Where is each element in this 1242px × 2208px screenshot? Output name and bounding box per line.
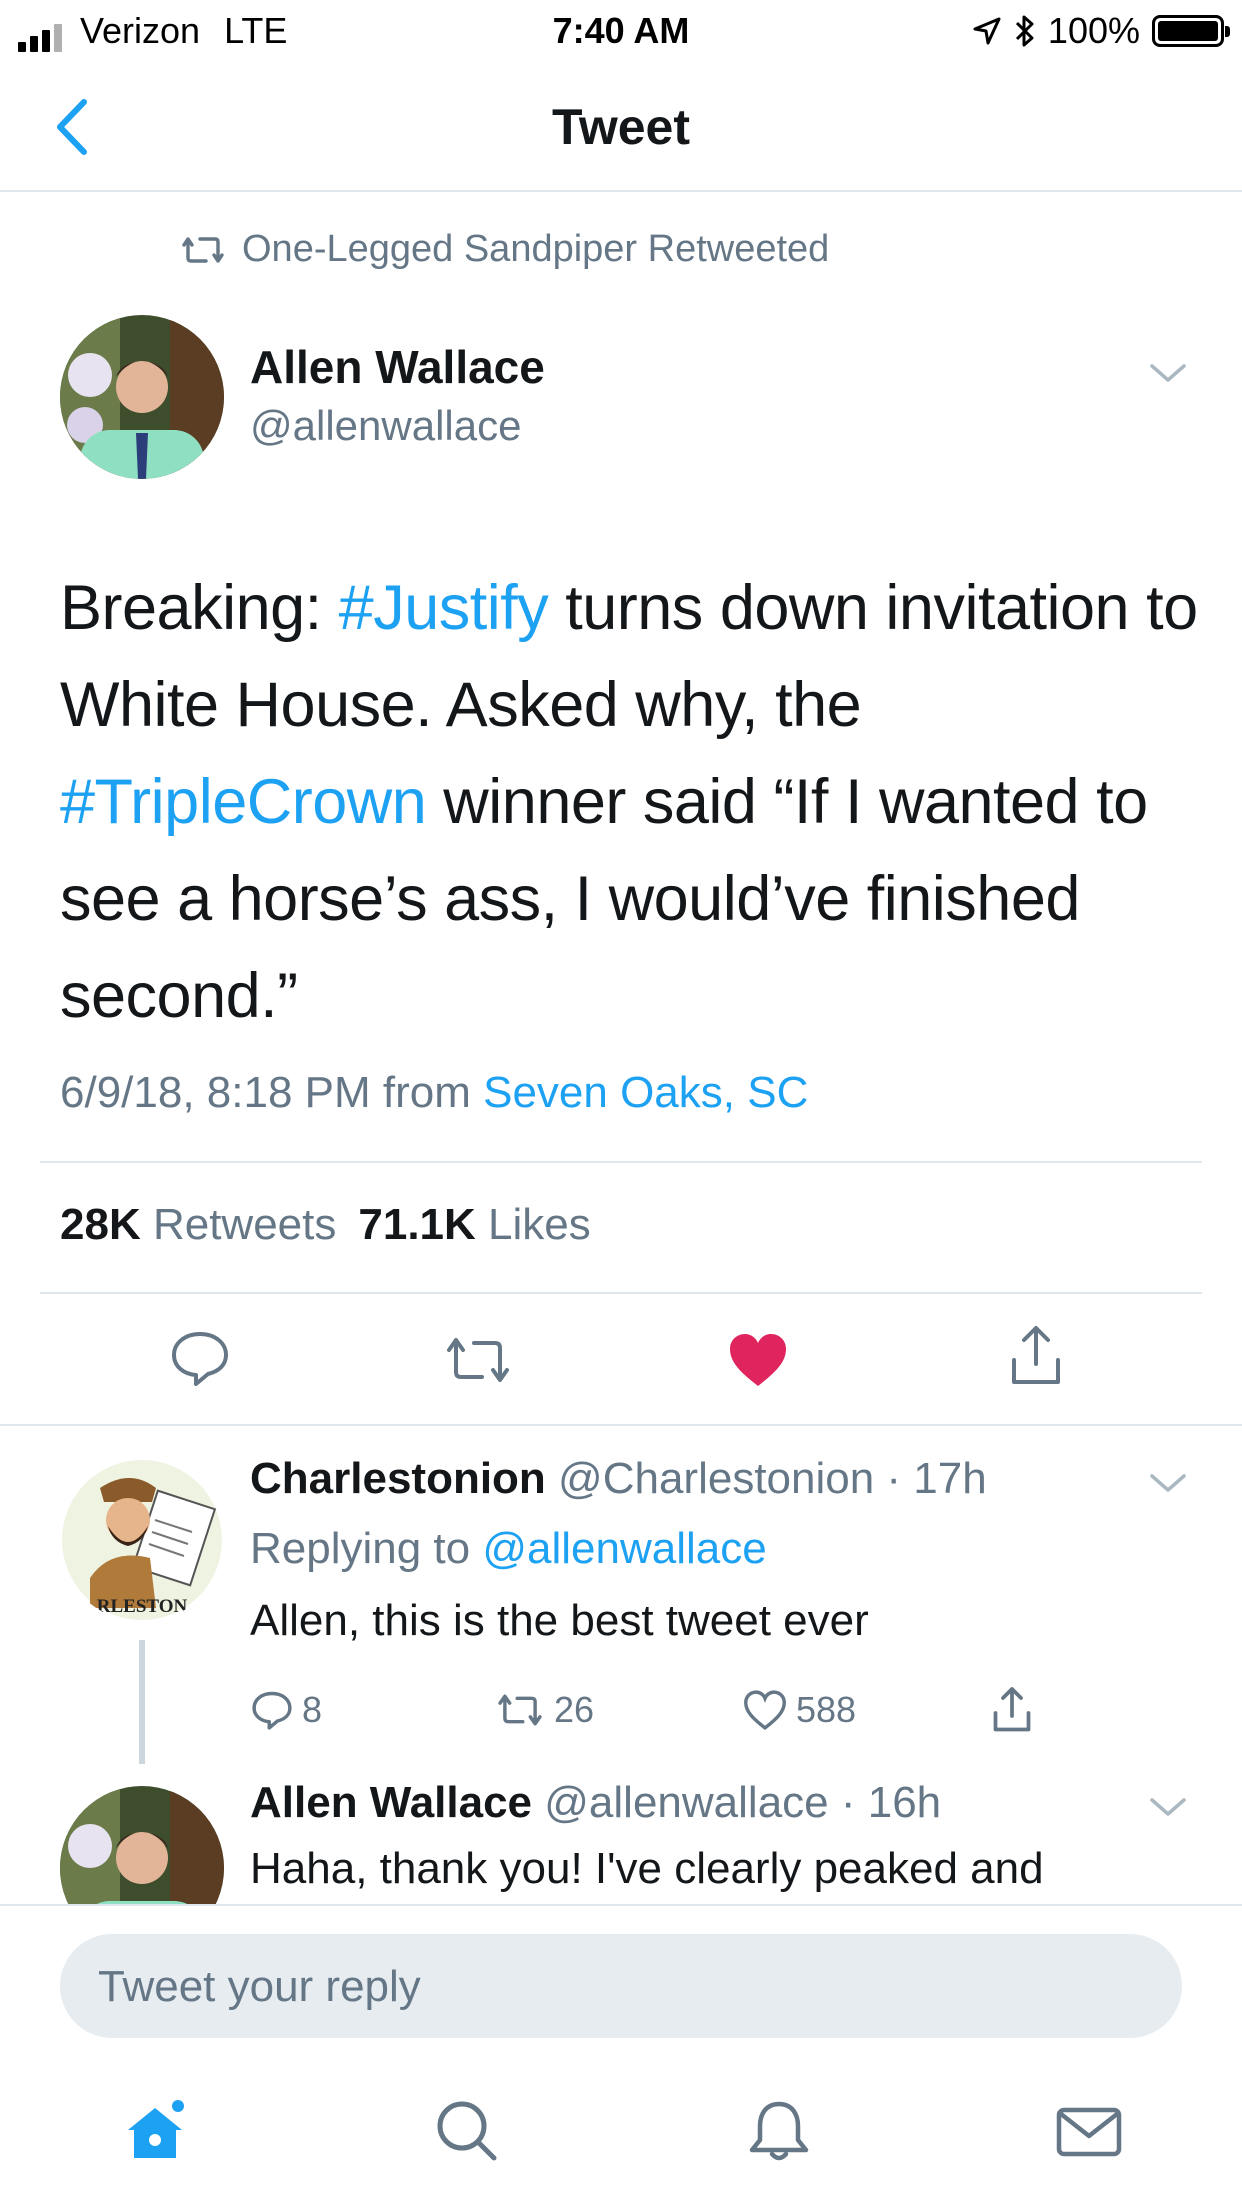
nav-bar: Tweet <box>0 62 1242 192</box>
reply-count: 8 <box>302 1689 323 1730</box>
bell-icon[interactable] <box>744 2096 814 2166</box>
like-count: 588 <box>796 1689 857 1730</box>
chevron-down-icon[interactable] <box>1148 362 1188 386</box>
home-icon[interactable] <box>120 2096 190 2166</box>
reply-text: Haha, thank you! I've clearly peaked and <box>250 1844 1044 1893</box>
retweet-context-label: One-Legged Sandpiper Retweeted <box>242 228 830 270</box>
tweet-timestamp: 6/9/18, 8:18 PM from <box>60 1068 484 1117</box>
author-handle[interactable]: @allenwallace <box>250 402 521 450</box>
reply-avatar[interactable]: RLESTON <box>60 1458 224 1622</box>
reply-header: Charlestonion @Charlestonion · 17h <box>250 1454 987 1504</box>
share-icon[interactable] <box>1004 1324 1068 1388</box>
retweet-icon <box>182 236 224 263</box>
divider <box>40 1161 1202 1163</box>
author-avatar[interactable] <box>60 315 224 479</box>
likes-stat[interactable]: 71.1K Likes <box>358 1200 590 1250</box>
bottom-panel: Tweet your reply <box>0 1904 1242 2208</box>
retweet-context[interactable]: One-Legged Sandpiper Retweeted <box>182 228 829 271</box>
reply-handle-time[interactable]: @allenwallace · 16h <box>544 1778 941 1827</box>
divider <box>0 1424 1242 1426</box>
reply-header: Allen Wallace @allenwallace · 16h <box>250 1778 941 1828</box>
tweet-stats: 28K Retweets 71.1K Likes <box>60 1200 591 1250</box>
replying-to-label: Replying to <box>250 1524 483 1573</box>
status-right: 100% <box>972 10 1230 52</box>
chevron-down-icon[interactable] <box>1148 1472 1188 1496</box>
tweet-text: Breaking: #Justify turns down invitation… <box>60 560 1200 1045</box>
heart-icon <box>744 1690 786 1731</box>
reply-avatar-text: RLESTON <box>96 1596 188 1617</box>
status-bar: Verizon LTE 7:40 AM 100% <box>0 0 1242 62</box>
chevron-down-icon[interactable] <box>1148 1796 1188 1820</box>
retweets-stat[interactable]: 28K Retweets <box>60 1200 336 1250</box>
thread-line <box>139 1640 145 1764</box>
tweet-location[interactable]: Seven Oaks, SC <box>483 1068 808 1117</box>
reply-reply-action[interactable]: 8 <box>250 1688 322 1732</box>
retweets-count: 28K <box>60 1200 141 1249</box>
share-icon[interactable] <box>988 1686 1036 1734</box>
tweet-meta: 6/9/18, 8:18 PM from Seven Oaks, SC <box>60 1068 808 1118</box>
hashtag-triplecrown[interactable]: #TripleCrown <box>60 767 427 837</box>
retweet-count: 26 <box>554 1689 595 1730</box>
mail-icon[interactable] <box>1054 2096 1124 2166</box>
page-title: Tweet <box>552 99 690 155</box>
reply-handle-time[interactable]: @Charlestonion · 17h <box>558 1454 987 1503</box>
bluetooth-icon <box>1015 15 1034 47</box>
reply-retweet-action[interactable]: 26 <box>494 1688 594 1732</box>
retweets-label: Retweets <box>152 1200 337 1249</box>
reply-author-name[interactable]: Charlestonion <box>250 1454 546 1503</box>
reply-icon[interactable] <box>168 1326 232 1390</box>
heart-icon[interactable] <box>726 1328 790 1392</box>
retweet-icon <box>498 1694 542 1726</box>
hashtag-justify[interactable]: #Justify <box>339 573 549 643</box>
reply-input[interactable]: Tweet your reply <box>60 1934 1182 2038</box>
reply-icon <box>252 1691 292 1730</box>
tweet-text-part: Breaking: <box>60 573 339 643</box>
retweet-icon[interactable] <box>446 1328 510 1392</box>
reply-like-action[interactable]: 588 <box>742 1688 856 1732</box>
reply-text: Allen, this is the best tweet ever <box>250 1596 869 1645</box>
reply-author-name[interactable]: Allen Wallace <box>250 1778 532 1827</box>
likes-label: Likes <box>488 1200 591 1249</box>
replying-to: Replying to @allenwallace <box>250 1524 767 1574</box>
battery-icon <box>1152 15 1230 47</box>
location-arrow-icon <box>973 17 1001 45</box>
battery-label: 100% <box>1047 10 1140 51</box>
divider <box>40 1292 1202 1294</box>
search-icon[interactable] <box>432 2096 502 2166</box>
likes-count: 71.1K <box>358 1200 476 1249</box>
replying-to-handle[interactable]: @allenwallace <box>482 1524 766 1573</box>
author-name[interactable]: Allen Wallace <box>250 340 545 394</box>
